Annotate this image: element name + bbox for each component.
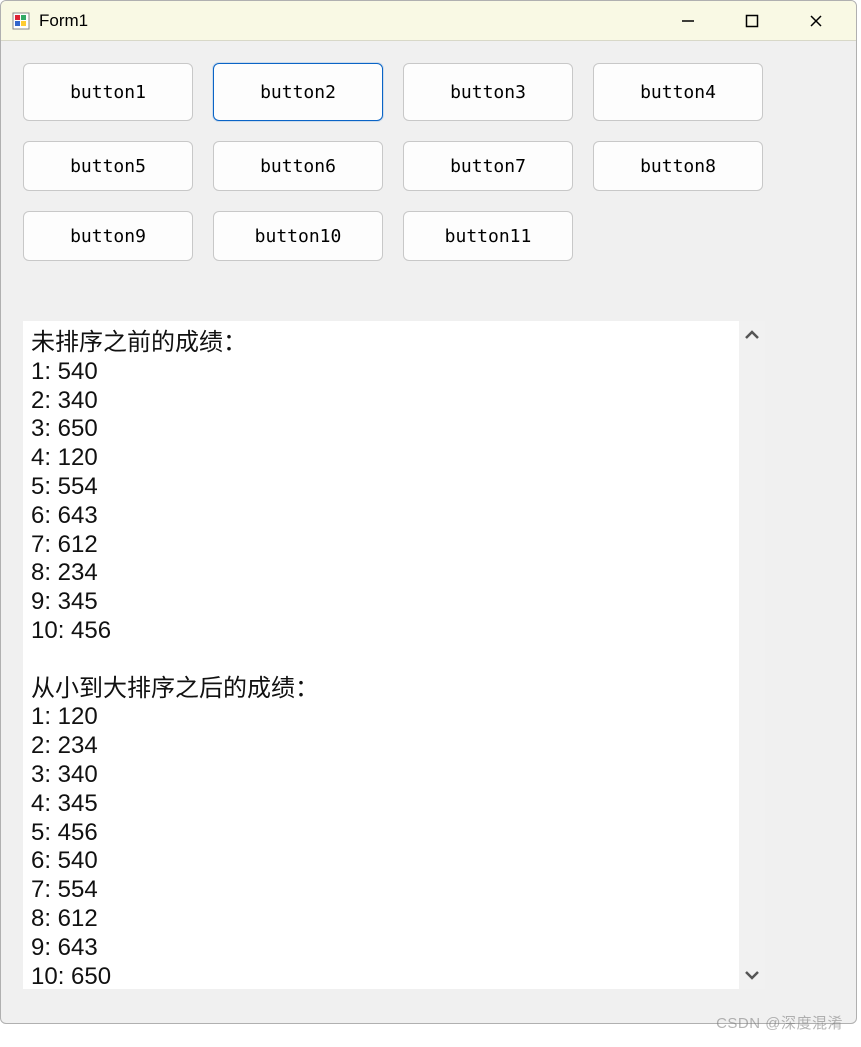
- scrollbar[interactable]: [739, 321, 765, 989]
- button8[interactable]: button8: [593, 141, 763, 191]
- scroll-down-icon[interactable]: [739, 961, 765, 989]
- scroll-up-icon[interactable]: [739, 321, 765, 349]
- titlebar: Form1: [1, 1, 856, 41]
- button5[interactable]: button5: [23, 141, 193, 191]
- minimize-button[interactable]: [656, 1, 720, 41]
- button10[interactable]: button10: [213, 211, 383, 261]
- app-icon: [11, 11, 31, 31]
- button3[interactable]: button3: [403, 63, 573, 121]
- button2[interactable]: button2: [213, 63, 383, 121]
- output-content: 未排序之前的成绩： 1: 540 2: 340 3: 650 4: 120 5:…: [23, 321, 739, 989]
- button1[interactable]: button1: [23, 63, 193, 121]
- window-title: Form1: [39, 11, 88, 31]
- button4[interactable]: button4: [593, 63, 763, 121]
- button9[interactable]: button9: [23, 211, 193, 261]
- button11[interactable]: button11: [403, 211, 573, 261]
- button-grid: button1 button2 button3 button4 button5 …: [23, 63, 763, 261]
- form-window: Form1 button1 button2 button3 button4 bu…: [0, 0, 857, 1024]
- button7[interactable]: button7: [403, 141, 573, 191]
- output-textbox[interactable]: 未排序之前的成绩： 1: 540 2: 340 3: 650 4: 120 5:…: [23, 321, 765, 989]
- close-button[interactable]: [784, 1, 848, 41]
- client-area: button1 button2 button3 button4 button5 …: [1, 41, 856, 989]
- watermark: CSDN @深度混淆: [716, 1012, 843, 1033]
- maximize-button[interactable]: [720, 1, 784, 41]
- button6[interactable]: button6: [213, 141, 383, 191]
